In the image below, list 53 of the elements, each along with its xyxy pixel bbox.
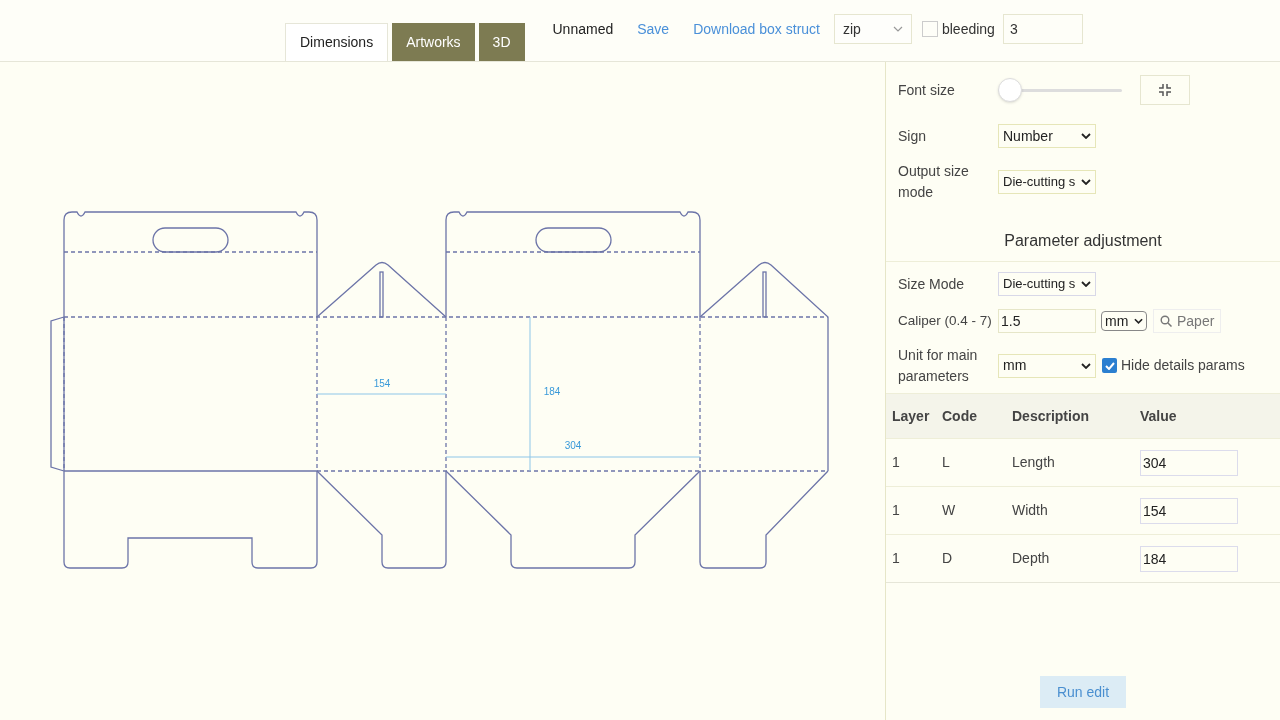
hide-details-checkbox[interactable] — [1102, 358, 1117, 373]
table-cell-text: W — [942, 501, 957, 520]
chevron-icon — [1081, 133, 1091, 139]
tab[interactable]: Dimensions — [285, 23, 389, 61]
setting-label: Sign — [898, 126, 928, 146]
table-cell-text: Width — [1012, 501, 1049, 520]
value-input[interactable]: 184 — [1140, 545, 1238, 572]
main-unit-select[interactable]: mm — [998, 353, 1096, 378]
search-icon — [1160, 315, 1172, 327]
table-cell-text: L — [942, 453, 951, 472]
column-header: Value — [1140, 406, 1178, 426]
dimension-label: 184 — [543, 386, 561, 397]
chevron-icon — [1081, 179, 1091, 185]
sign-select[interactable]: Number — [998, 124, 1096, 148]
table-cell-text: 1 — [892, 549, 901, 568]
file-name: Unnamed — [552, 19, 614, 39]
table-cell-text: 1 — [892, 453, 901, 472]
font-size-slider[interactable] — [998, 78, 1122, 102]
bleeding-checkbox[interactable] — [921, 21, 938, 37]
shrink-icon — [1158, 83, 1172, 97]
value-input[interactable]: 154 — [1140, 497, 1238, 524]
size-mode-select[interactable]: Die-cutting s — [998, 272, 1096, 296]
format-select[interactable]: zip — [833, 14, 912, 44]
chevron-icon — [1081, 362, 1091, 369]
output-size-select[interactable]: Die-cutting s — [998, 170, 1096, 194]
caliper-input[interactable]: 1.5 — [998, 309, 1096, 333]
value-input[interactable]: 304 — [1140, 449, 1238, 476]
unit-select[interactable]: mm — [1101, 311, 1147, 331]
chevron-icon — [1134, 318, 1143, 324]
table-cell-text: Depth — [1012, 549, 1051, 568]
tab[interactable]: 3D — [478, 23, 525, 61]
setting-label: Output size mode — [898, 162, 970, 202]
section-title: Parameter adjustment — [1004, 231, 1162, 251]
setting-label: Unit for main parameters — [898, 345, 979, 386]
dimension-label: 304 — [564, 440, 582, 451]
column-header: Description — [1012, 406, 1090, 426]
chevron-icon — [892, 26, 903, 32]
bleeding-input[interactable]: 3 — [1002, 14, 1083, 44]
setting-label: Caliper (0.4 - 7) — [898, 311, 993, 330]
table-cell-text: 1 — [892, 501, 901, 520]
column-header: Code — [942, 406, 978, 426]
chevron-icon — [1081, 281, 1091, 287]
shrink-button[interactable] — [1140, 75, 1190, 105]
paper-button[interactable]: Paper — [1153, 309, 1222, 333]
table-cell-text: D — [942, 549, 954, 568]
dimension-label: 154 — [373, 378, 391, 389]
hide-details-label: Hide details params — [1121, 356, 1245, 375]
bleeding-label: bleeding — [941, 19, 995, 39]
tab[interactable]: Artworks — [392, 23, 475, 61]
setting-label: Size Mode — [898, 274, 966, 294]
setting-label: Font size — [898, 80, 956, 100]
column-header: Layer — [892, 406, 931, 426]
table-cell-text: Length — [1012, 453, 1056, 472]
